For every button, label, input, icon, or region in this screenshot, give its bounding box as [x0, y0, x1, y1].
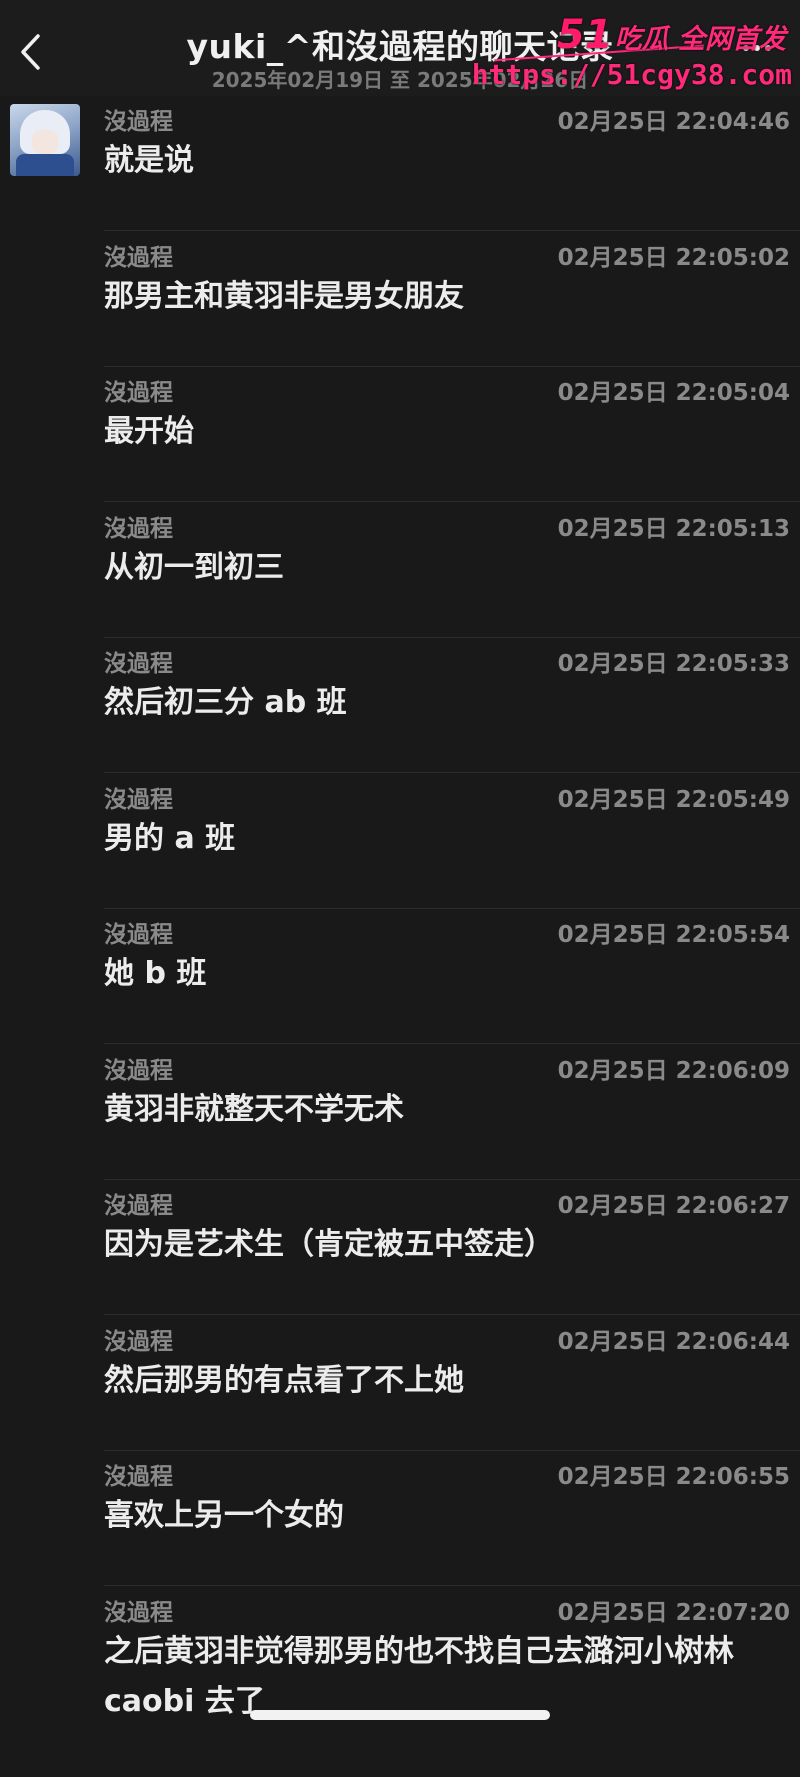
- chat-header: yuki_^和沒過程的聊天记录 2025年02月19日 至 2025年02月26…: [0, 0, 800, 96]
- message-text: 最开始: [104, 414, 194, 449]
- message-sender: 沒過程: [104, 1057, 173, 1084]
- more-dot: [754, 45, 760, 51]
- message-text: 她 b 班: [104, 956, 207, 991]
- more-button[interactable]: [732, 34, 782, 62]
- message-text: 男的 a 班: [104, 820, 236, 856]
- message-time: 02月25日 22:05:49: [557, 786, 790, 813]
- message-time: 02月25日 22:06:44: [557, 1328, 790, 1355]
- message-time: 02月25日 22:06:27: [557, 1193, 790, 1219]
- message-item[interactable]: 沒過程 02月25日 22:04:46 就是说: [104, 96, 800, 231]
- message-time: 02月25日 22:05:33: [557, 651, 790, 677]
- message-sender: 沒過程: [104, 515, 173, 542]
- more-dot: [765, 45, 771, 51]
- message-sender: 沒過程: [104, 922, 173, 948]
- message-time: 02月25日 22:05:13: [557, 515, 790, 542]
- message-item[interactable]: 沒過程 02月25日 22:05:13 从初一到初三: [104, 503, 800, 638]
- message-sender: 沒過程: [104, 244, 173, 271]
- message-text: 然后初三分 ab 班: [104, 685, 347, 720]
- message-text: 就是说: [104, 143, 194, 178]
- message-item[interactable]: 沒過程 02月25日 22:06:27 因为是艺术生（肯定被五中签走）: [104, 1180, 800, 1315]
- date-range: 2025年02月19日 至 2025年02月26日: [211, 68, 589, 92]
- message-item[interactable]: 沒過程 02月25日 22:05:54 她 b 班: [104, 909, 800, 1044]
- message-time: 02月25日 22:07:20: [557, 1599, 790, 1626]
- message-item[interactable]: 沒過程 02月25日 22:05:02 那男主和黄羽非是男女朋友: [104, 232, 800, 367]
- message-time: 02月25日 22:06:55: [557, 1464, 790, 1490]
- avatar-scarf: [16, 154, 74, 176]
- message-text: 因为是艺术生（肯定被五中签走）: [104, 1227, 554, 1262]
- chevron-left-icon: [21, 34, 40, 70]
- message-sender: 沒過程: [104, 651, 173, 677]
- message-text: 从初一到初三: [104, 549, 284, 585]
- message-time: 02月25日 22:05:54: [557, 922, 790, 948]
- message-time: 02月25日 22:06:09: [557, 1057, 790, 1084]
- more-dots-icon: [743, 45, 749, 51]
- message-time: 02月25日 22:05:02: [557, 244, 790, 271]
- back-button[interactable]: [8, 24, 52, 80]
- message-text: 喜欢上另一个女的: [104, 1498, 344, 1533]
- message-sender: 沒過程: [104, 786, 173, 813]
- message-sender: 沒過程: [104, 1193, 173, 1219]
- message-sender: 沒過程: [104, 380, 173, 406]
- message-sender: 沒過程: [104, 1464, 173, 1490]
- message-item[interactable]: 沒過程 02月25日 22:05:49 男的 a 班: [104, 774, 800, 909]
- message-sender: 沒過程: [104, 1599, 173, 1626]
- message-time: 02月25日 22:05:04: [557, 380, 790, 406]
- avatar-face: [32, 130, 58, 154]
- avatar[interactable]: [10, 104, 80, 176]
- message-item[interactable]: 沒過程 02月25日 22:06:09 黄羽非就整天不学无术: [104, 1045, 800, 1180]
- message-text: 黄羽非就整天不学无术: [104, 1091, 404, 1127]
- message-item[interactable]: 沒過程 02月25日 22:07:20 之后黄羽非觉得那男的也不找自己去潞河小树林 …: [104, 1587, 790, 1777]
- message-time: 02月25日 22:04:46: [557, 109, 790, 135]
- message-item[interactable]: 沒過程 02月25日 22:05:04 最开始: [104, 367, 800, 502]
- message-sender: 沒過程: [104, 1328, 173, 1355]
- home-indicator[interactable]: [250, 1710, 550, 1720]
- message-sender: 沒過程: [104, 109, 173, 135]
- message-text: 然后那男的有点看了不上她: [104, 1362, 464, 1398]
- message-item[interactable]: 沒過程 02月25日 22:06:44 然后那男的有点看了不上她: [104, 1316, 800, 1451]
- message-item[interactable]: 沒過程 02月25日 22:06:55 喜欢上另一个女的: [104, 1451, 800, 1586]
- message-item[interactable]: 沒過程 02月25日 22:05:33 然后初三分 ab 班: [104, 638, 800, 773]
- message-text: 那男主和黄羽非是男女朋友: [104, 278, 464, 314]
- page-title: yuki_^和沒過程的聊天记录: [186, 27, 614, 66]
